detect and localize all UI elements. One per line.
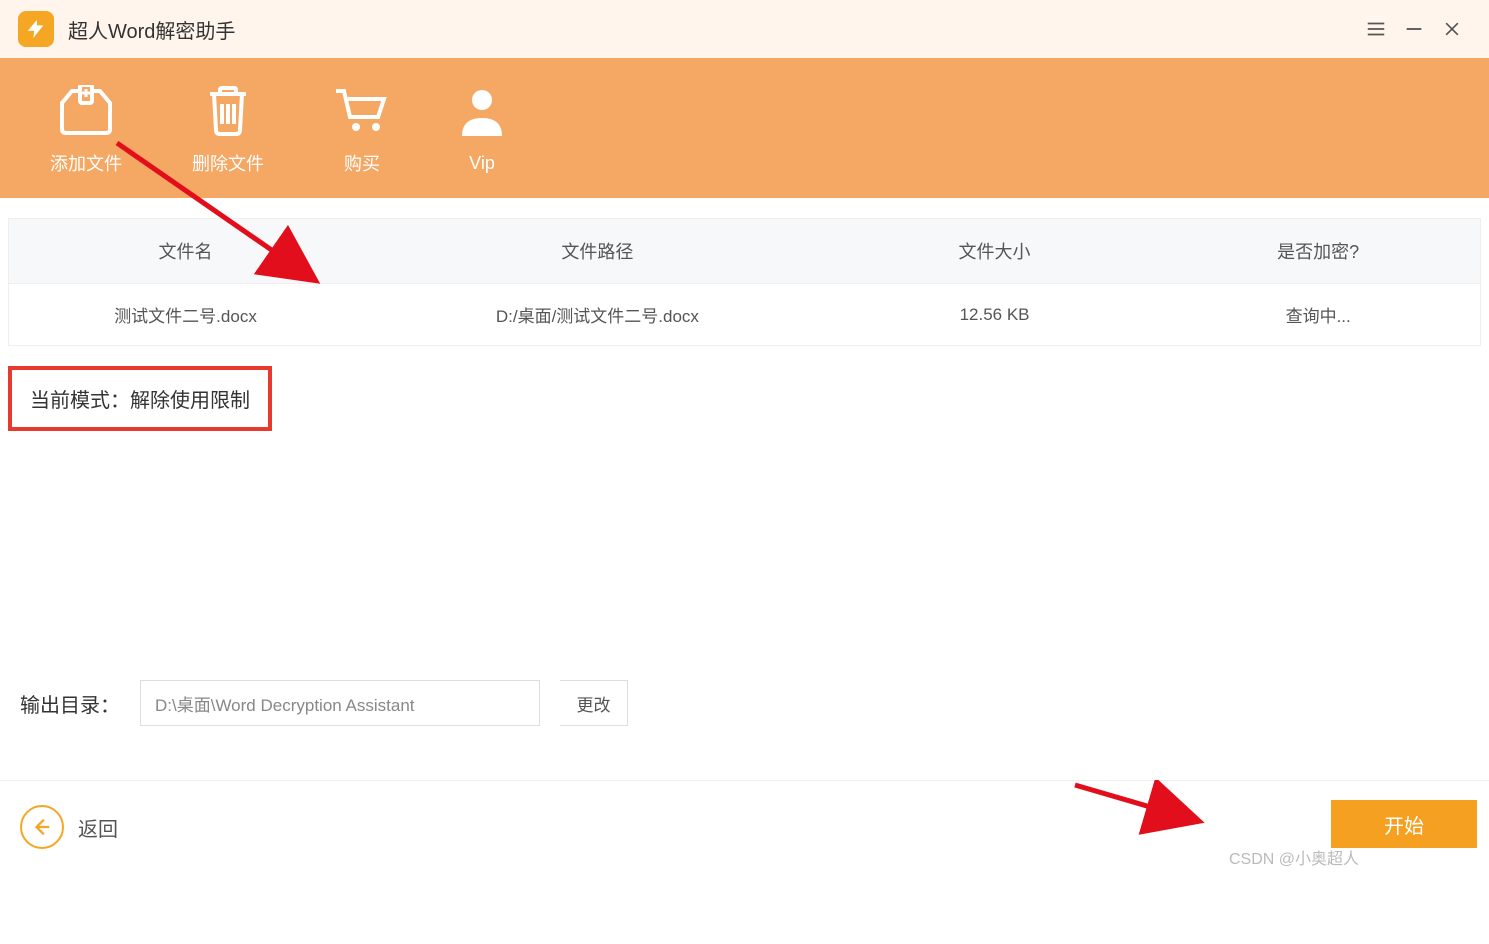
header-path: 文件路径 — [362, 238, 833, 264]
table-header: 文件名 文件路径 文件大小 是否加密? — [9, 219, 1480, 283]
output-dir-label: 输出目录： — [20, 689, 120, 718]
buy-label: 购买 — [344, 150, 380, 176]
cell-size: 12.56 KB — [833, 305, 1157, 325]
app-logo — [18, 11, 54, 47]
output-dir-input[interactable] — [140, 680, 540, 726]
trash-icon — [204, 80, 252, 140]
table-row[interactable]: 测试文件二号.docx D:/桌面/测试文件二号.docx 12.56 KB 查… — [9, 283, 1480, 345]
titlebar: 超人Word解密助手 — [0, 0, 1489, 58]
watermark: CSDN @小奥超人 — [1229, 845, 1359, 869]
add-file-icon — [58, 80, 114, 140]
user-icon — [460, 83, 504, 143]
footer-separator — [0, 780, 1489, 781]
content-area: 文件名 文件路径 文件大小 是否加密? 测试文件二号.docx D:/桌面/测试… — [0, 198, 1489, 431]
delete-file-button[interactable]: 删除文件 — [192, 80, 264, 176]
current-mode-box: 当前模式：解除使用限制 — [8, 366, 272, 431]
current-mode-label: 当前模式：解除使用限制 — [30, 390, 250, 412]
back-arrow-icon — [20, 805, 64, 849]
add-file-label: 添加文件 — [50, 150, 122, 176]
file-table: 文件名 文件路径 文件大小 是否加密? 测试文件二号.docx D:/桌面/测试… — [8, 218, 1481, 346]
close-button[interactable] — [1433, 10, 1471, 48]
minimize-button[interactable] — [1395, 10, 1433, 48]
header-size: 文件大小 — [833, 238, 1157, 264]
header-encrypted: 是否加密? — [1156, 238, 1480, 264]
vip-button[interactable]: Vip — [460, 83, 504, 174]
vip-label: Vip — [469, 153, 495, 174]
app-title: 超人Word解密助手 — [68, 15, 235, 44]
cart-icon — [334, 80, 390, 140]
delete-file-label: 删除文件 — [192, 150, 264, 176]
output-row: 输出目录： 更改 — [20, 680, 628, 726]
back-button[interactable]: 返回 — [20, 805, 118, 849]
toolbar: 添加文件 删除文件 购买 Vip — [0, 58, 1489, 198]
header-name: 文件名 — [9, 238, 362, 264]
start-button[interactable]: 开始 — [1331, 800, 1477, 848]
change-dir-button[interactable]: 更改 — [560, 680, 628, 726]
cell-encrypted: 查询中... — [1156, 302, 1480, 327]
back-label: 返回 — [78, 813, 118, 842]
cell-path: D:/桌面/测试文件二号.docx — [362, 302, 833, 327]
cell-name: 测试文件二号.docx — [9, 302, 362, 327]
add-file-button[interactable]: 添加文件 — [50, 80, 122, 176]
menu-icon[interactable] — [1357, 10, 1395, 48]
buy-button[interactable]: 购买 — [334, 80, 390, 176]
annotation-arrow-2 — [1070, 780, 1210, 840]
